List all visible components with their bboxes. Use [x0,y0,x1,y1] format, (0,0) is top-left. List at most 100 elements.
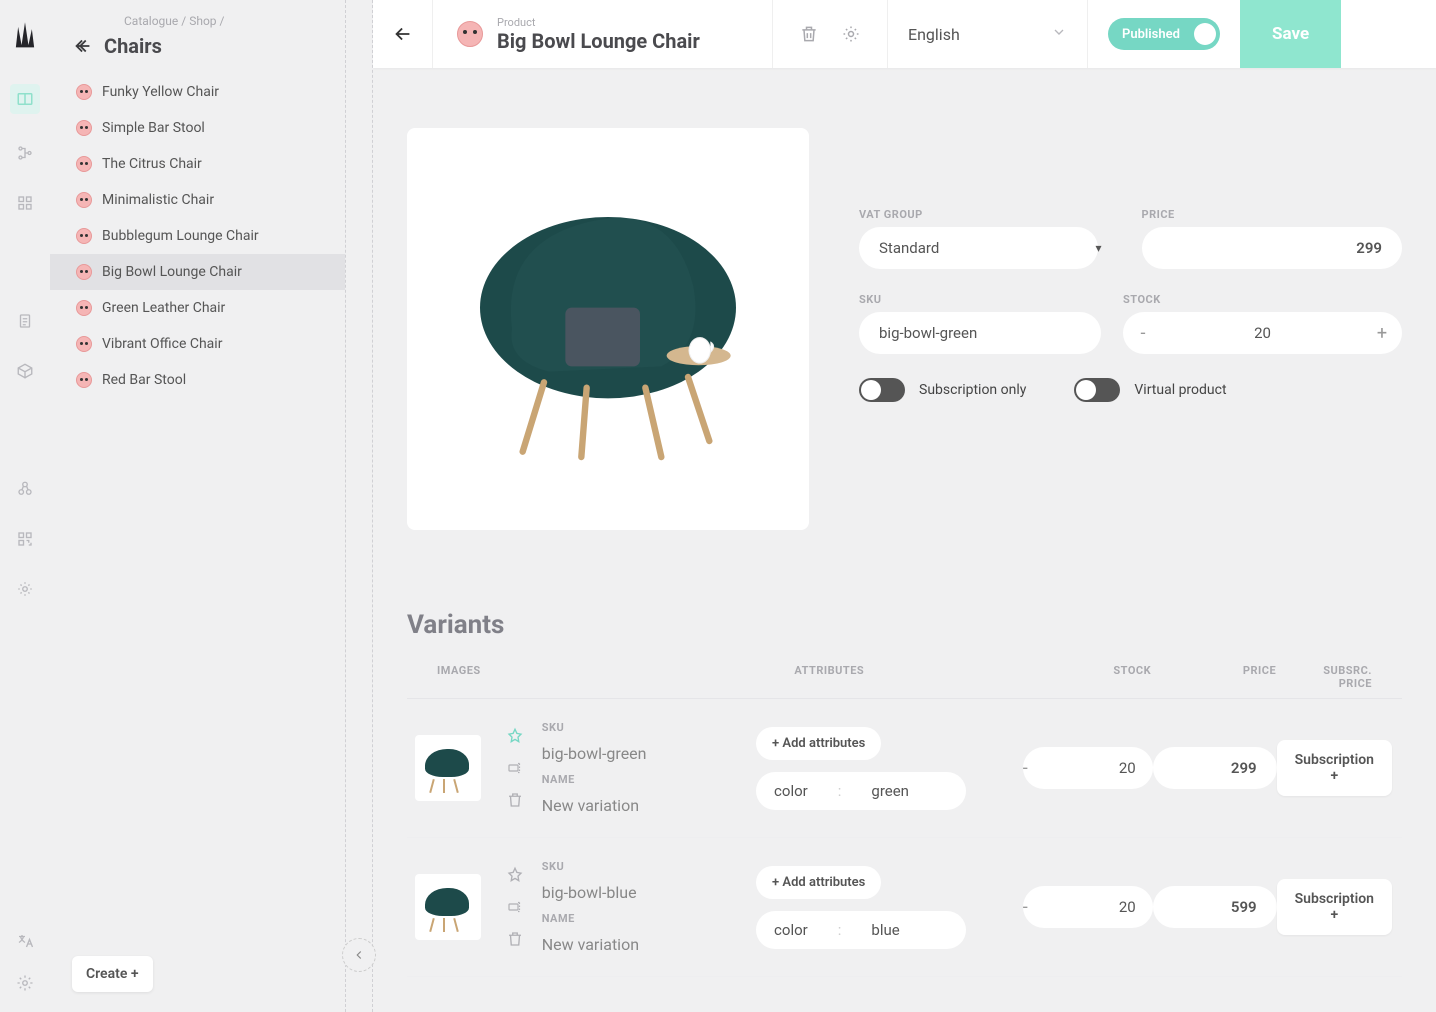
sidebar-item[interactable]: Vibrant Office Chair [50,326,345,362]
stock-input[interactable] [1163,324,1362,342]
subscription-button[interactable]: Subscription + [1277,879,1392,935]
variant-stock-stepper[interactable]: -+ [1023,886,1153,928]
variant-sku-label: SKU [542,860,756,873]
collapse-sidebar-button[interactable] [342,938,376,972]
page-title: Big Bowl Lounge Chair [497,29,700,53]
trash-icon[interactable] [506,791,524,809]
sidebar-item[interactable]: Funky Yellow Chair [50,74,345,110]
product-shape-icon [76,300,92,316]
variant-sku-label: SKU [542,721,756,734]
variant-name-label: NAME [542,773,756,786]
save-button[interactable]: Save [1240,0,1341,68]
variant-row: SKU big-bowl-green NAME New variation + Add … [407,699,1402,838]
main-back-button[interactable] [373,0,433,68]
sidebar-item[interactable]: Simple Bar Stool [50,110,345,146]
sidebar-item-label: Funky Yellow Chair [102,84,219,100]
variant-sku-value[interactable]: big-bowl-green [542,744,756,763]
breadcrumb[interactable]: Catalogue / Shop / [50,14,345,34]
col-attributes: ATTRIBUTES [794,664,1068,690]
app-logo[interactable] [11,20,39,56]
settings-icon[interactable] [841,24,861,44]
variant-name-label: NAME [542,912,756,925]
stock-label: STOCK [1123,293,1402,306]
sidebar-item-label: The Citrus Chair [102,156,202,172]
variant-sku-value[interactable]: big-bowl-blue [542,883,756,902]
sidebar-item-label: Vibrant Office Chair [102,336,222,352]
sidebar-item[interactable]: Green Leather Chair [50,290,345,326]
sku-label: SKU [859,293,1101,306]
nav-box-icon[interactable] [14,360,36,382]
col-sub-price: SUBSRC. PRICE [1323,664,1402,690]
sidebar-item[interactable]: Minimalistic Chair [50,182,345,218]
trash-icon[interactable] [506,930,524,948]
add-attributes-button[interactable]: + Add attributes [756,727,881,760]
sidebar-item[interactable]: Red Bar Stool [50,362,345,398]
rename-icon[interactable] [506,759,524,777]
attribute-pill[interactable]: color:blue [756,911,966,949]
vat-select[interactable] [859,227,1098,269]
language-select[interactable]: English [888,0,1088,68]
sidebar-back-button[interactable] [72,35,94,57]
sidebar-item[interactable]: The Citrus Chair [50,146,345,182]
nav-catalogue-icon[interactable] [10,84,40,114]
subscription-only-toggle[interactable] [859,378,905,402]
rename-icon[interactable] [506,898,524,916]
variant-name-value[interactable]: New variation [542,796,756,815]
sidebar-item[interactable]: Big Bowl Lounge Chair [50,254,345,290]
nav-gear-icon[interactable] [14,972,36,994]
product-shape-icon [76,120,92,136]
star-icon[interactable] [506,727,524,745]
sidebar-item-label: Green Leather Chair [102,300,225,316]
col-price: PRICE [1196,664,1323,690]
sidebar-item-label: Simple Bar Stool [102,120,205,136]
col-images: IMAGES [407,664,574,690]
product-shape-icon [76,228,92,244]
nav-language-icon[interactable] [14,930,36,952]
sku-input[interactable] [859,312,1101,354]
variant-price-input[interactable] [1153,886,1277,928]
nav-grid-icon[interactable] [14,192,36,214]
nav-qr-icon[interactable] [14,528,36,550]
variant-row: SKU big-bowl-blue NAME New variation + Add a… [407,838,1402,977]
price-input[interactable] [1142,227,1403,269]
product-shape-icon [76,156,92,172]
nav-tree-icon[interactable] [14,142,36,164]
stock-increment[interactable]: + [1362,323,1402,344]
virtual-product-label: Virtual product [1134,382,1226,398]
published-toggle[interactable]: Published [1108,18,1220,50]
subscription-button[interactable]: Subscription + [1277,740,1392,796]
variants-heading: Variants [407,610,1402,640]
vat-label: VAT GROUP [859,208,1120,221]
entity-type-label: Product [497,16,700,29]
variant-stock-stepper[interactable]: -+ [1023,747,1153,789]
nav-clipboard-icon[interactable] [14,310,36,332]
sidebar-item[interactable]: Bubblegum Lounge Chair [50,218,345,254]
sidebar-item-label: Bubblegum Lounge Chair [102,228,259,244]
delete-icon[interactable] [799,24,819,44]
price-label: PRICE [1142,208,1403,221]
product-shape-icon [76,192,92,208]
product-shape-icon [76,84,92,100]
variant-price-input[interactable] [1153,747,1277,789]
sidebar-item-label: Big Bowl Lounge Chair [102,264,242,280]
product-shape-icon [457,21,483,47]
star-icon[interactable] [506,866,524,884]
stock-decrement[interactable]: - [1123,323,1163,344]
variant-thumbnail[interactable] [415,735,481,801]
variant-thumbnail[interactable] [415,874,481,940]
sidebar-title: Chairs [104,34,162,58]
sidebar-item-label: Minimalistic Chair [102,192,214,208]
nav-settings-icon[interactable] [14,578,36,600]
chevron-down-icon [1051,24,1067,44]
product-shape-icon [76,264,92,280]
sidebar-item-label: Red Bar Stool [102,372,186,388]
variant-name-value[interactable]: New variation [542,935,756,954]
nav-webhook-icon[interactable] [14,478,36,500]
attribute-pill[interactable]: color:green [756,772,966,810]
product-shape-icon [76,336,92,352]
create-button[interactable]: Create + [72,956,153,992]
virtual-product-toggle[interactable] [1074,378,1120,402]
add-attributes-button[interactable]: + Add attributes [756,866,881,899]
stock-stepper[interactable]: - + [1123,312,1402,354]
product-image[interactable] [407,128,809,530]
